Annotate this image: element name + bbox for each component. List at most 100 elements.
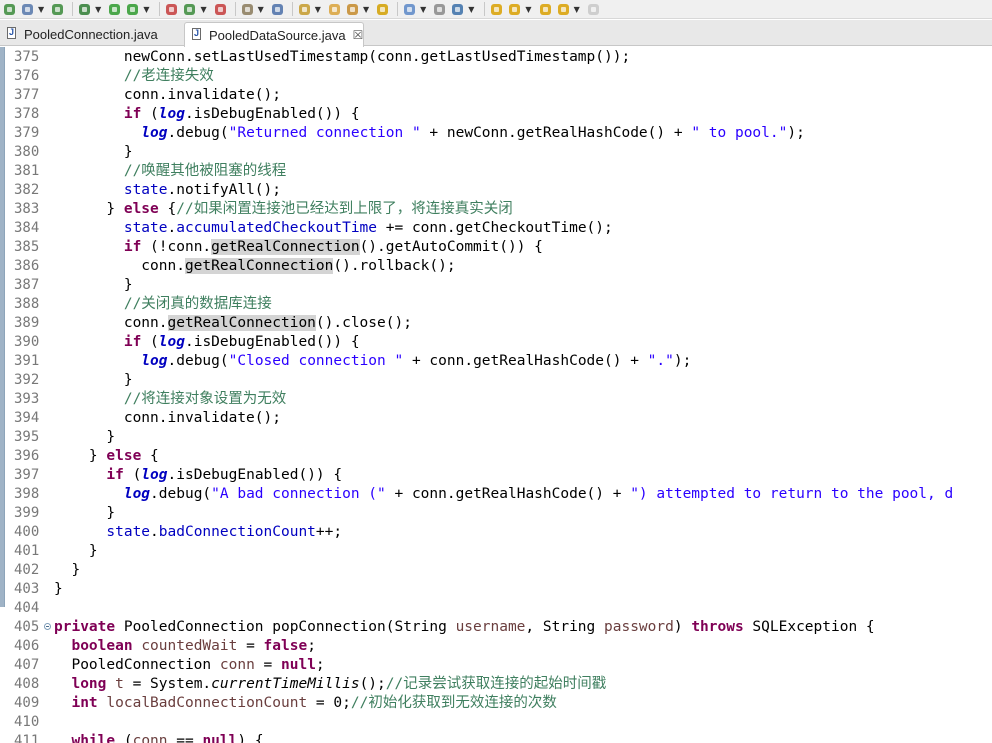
- code-token: newConn.: [54, 49, 194, 65]
- line-number: 382: [14, 182, 40, 198]
- line-number: 381: [14, 163, 40, 179]
- fold-collapse-icon[interactable]: [44, 623, 51, 630]
- pin-icon[interactable]: [450, 2, 465, 17]
- dropdown-arrow-icon[interactable]: ▼: [574, 2, 580, 17]
- search-icon[interactable]: [270, 2, 285, 17]
- code-text: state.accumulatedCheckoutTime += conn.ge…: [54, 219, 613, 238]
- code-text: }: [54, 504, 115, 523]
- code-editor[interactable]: 375 newConn.setLastUsedTimestamp(conn.ge…: [0, 47, 992, 743]
- code-token: long: [71, 676, 107, 692]
- code-token: += conn.getCheckoutTime();: [377, 220, 613, 236]
- code-line: 399 }: [0, 504, 992, 523]
- prev-annotation-icon[interactable]: [507, 2, 522, 17]
- dropdown-arrow-icon[interactable]: ▼: [200, 2, 206, 17]
- server-icon[interactable]: [240, 2, 255, 17]
- dropdown-arrow-icon[interactable]: ▼: [468, 2, 474, 17]
- code-line: 385 if (!conn.getRealConnection().getAut…: [0, 238, 992, 257]
- code-token: if: [123, 334, 142, 350]
- code-text: conn.getRealConnection().rollback();: [54, 257, 456, 276]
- line-number: 392: [14, 372, 40, 388]
- code-token: {: [141, 448, 159, 464]
- dropdown-arrow-icon[interactable]: ▼: [258, 2, 264, 17]
- build-icon[interactable]: [213, 2, 228, 17]
- dropdown-arrow-icon[interactable]: ▼: [420, 2, 426, 17]
- open-type-icon[interactable]: [297, 2, 312, 17]
- line-number: 386: [14, 258, 40, 274]
- code-token: log: [141, 125, 168, 141]
- toolbar-separator: [72, 2, 74, 16]
- java-file-icon: J: [192, 28, 201, 40]
- debug-icon[interactable]: [77, 2, 92, 17]
- code-token: log: [141, 467, 168, 483]
- code-line: 400 state.badConnectionCount++;: [0, 523, 992, 542]
- dropdown-arrow-icon[interactable]: ▼: [525, 2, 531, 17]
- code-text: long t = System.currentTimeMillis();//记录…: [54, 675, 606, 694]
- code-token: conn.invalidate();: [54, 410, 281, 426]
- next-annotation-icon[interactable]: [489, 2, 504, 17]
- new-icon[interactable]: [2, 2, 17, 17]
- code-line: 402 }: [0, 561, 992, 580]
- mark-occurrences-icon[interactable]: [375, 2, 390, 17]
- code-token: t: [115, 676, 124, 692]
- external-tools-icon[interactable]: [125, 2, 140, 17]
- tab-pooled-connection[interactable]: J PooledConnection.java: [0, 22, 183, 46]
- code-text: if (log.isDebugEnabled()) {: [54, 466, 342, 485]
- code-token: conn.: [54, 315, 168, 331]
- code-line: 382 state.notifyAll();: [0, 181, 992, 200]
- code-text: }: [54, 276, 133, 295]
- code-line: 407 PooledConnection conn = null;: [0, 656, 992, 675]
- dropdown-arrow-icon[interactable]: ▼: [38, 2, 44, 17]
- last-edit-icon[interactable]: [538, 2, 553, 17]
- open-resource-icon[interactable]: [327, 2, 342, 17]
- dropdown-arrow-icon[interactable]: ▼: [315, 2, 321, 17]
- code-line: 375 newConn.setLastUsedTimestamp(conn.ge…: [0, 48, 992, 67]
- code-token: ().getAutoCommit()) {: [359, 239, 543, 255]
- code-token: else: [123, 201, 159, 217]
- code-token: (: [141, 106, 159, 122]
- code-line: 398 log.debug("A bad connection (" + con…: [0, 485, 992, 504]
- block-selection-icon[interactable]: [402, 2, 417, 17]
- line-number: 384: [14, 220, 40, 236]
- back-icon[interactable]: [556, 2, 571, 17]
- code-string: "Closed connection ": [228, 353, 404, 369]
- forward-icon[interactable]: [586, 2, 601, 17]
- code-text: } else {: [54, 447, 159, 466]
- dropdown-arrow-icon[interactable]: ▼: [363, 2, 369, 17]
- code-line: 396 } else {: [0, 447, 992, 466]
- tab-pooled-data-source[interactable]: J PooledDataSource.java ☒: [184, 22, 364, 47]
- whitespace-icon[interactable]: [432, 2, 447, 17]
- save-icon[interactable]: [20, 2, 35, 17]
- code-token: + newConn.getRealHashCode() +: [420, 125, 692, 141]
- dropdown-arrow-icon[interactable]: ▼: [95, 2, 101, 17]
- code-token: localBadConnectionCount: [106, 695, 308, 711]
- code-token: null: [281, 657, 316, 673]
- code-token: if: [106, 467, 124, 483]
- refresh-icon[interactable]: [50, 2, 65, 17]
- code-text: if (log.isDebugEnabled()) {: [54, 333, 360, 352]
- code-token: .notifyAll();: [167, 182, 282, 198]
- dropdown-arrow-icon[interactable]: ▼: [143, 2, 149, 17]
- code-token: }: [54, 372, 133, 388]
- annotation-icon[interactable]: [345, 2, 360, 17]
- code-line: 408 long t = System.currentTimeMillis();…: [0, 675, 992, 694]
- run-icon[interactable]: [107, 2, 122, 17]
- code-line: 381 //唤醒其他被阻塞的线程: [0, 162, 992, 181]
- code-token: conn: [219, 657, 255, 673]
- code-text: //唤醒其他被阻塞的线程: [54, 162, 286, 181]
- code-line: 401 }: [0, 542, 992, 561]
- code-text: conn.getRealConnection().close();: [54, 314, 412, 333]
- code-token: + conn.getRealHashCode() +: [403, 353, 648, 369]
- line-number: 388: [14, 296, 40, 312]
- close-icon[interactable]: ☒: [353, 28, 364, 42]
- code-token: else: [106, 448, 142, 464]
- terminate-icon[interactable]: [164, 2, 179, 17]
- code-line: 409 int localBadConnectionCount = 0;//初始…: [0, 694, 992, 713]
- code-comment: //记录尝试获取连接的起始时间戳: [385, 676, 607, 692]
- coverage-icon[interactable]: [182, 2, 197, 17]
- code-text: if (log.isDebugEnabled()) {: [54, 105, 360, 124]
- code-token: getRealConnection: [167, 315, 316, 331]
